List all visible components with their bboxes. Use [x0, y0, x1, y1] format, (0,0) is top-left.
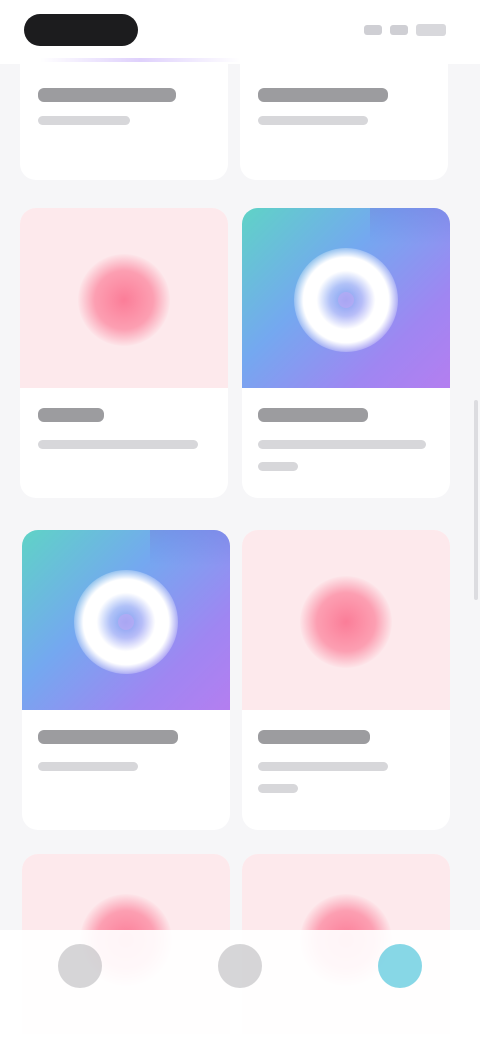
- thumbnail-shade: [370, 208, 450, 244]
- battery-icon: [416, 24, 446, 36]
- status-bar: [0, 0, 480, 64]
- explore-icon[interactable]: [218, 944, 262, 988]
- card-subtitle: [258, 116, 368, 125]
- status-time-pill: [24, 14, 138, 46]
- card-subtitle: [38, 440, 198, 449]
- card-title: [258, 408, 368, 422]
- card-5[interactable]: [242, 530, 450, 830]
- card-3[interactable]: [242, 208, 450, 498]
- card-title: [258, 730, 370, 744]
- heart-icon: [300, 576, 392, 668]
- thumbnail-shade: [150, 530, 230, 566]
- card-subtitle: [258, 440, 426, 449]
- card-thumbnail: [20, 208, 228, 388]
- card-subtitle: [38, 762, 138, 771]
- header-accent-line: [40, 58, 240, 62]
- card-title: [38, 408, 104, 422]
- record-icon-center: [118, 614, 134, 630]
- home-icon[interactable]: [58, 944, 102, 988]
- card-thumbnail: [242, 208, 450, 388]
- content-grid[interactable]: [0, 0, 480, 1040]
- card-title: [38, 88, 176, 102]
- app-screen: [0, 0, 480, 1040]
- card-subtitle-extra: [258, 462, 298, 471]
- card-title: [258, 88, 388, 102]
- profile-icon[interactable]: [378, 944, 422, 988]
- status-icons: [364, 24, 446, 36]
- card-4[interactable]: [22, 530, 230, 830]
- bottom-nav: [0, 930, 480, 1040]
- card-title: [38, 730, 178, 744]
- card-subtitle-extra: [258, 784, 298, 793]
- card-thumbnail: [242, 530, 450, 710]
- scrollbar[interactable]: [474, 400, 478, 600]
- signal-icon: [364, 25, 382, 35]
- card-subtitle: [38, 116, 130, 125]
- card-2[interactable]: [20, 208, 228, 498]
- card-subtitle: [258, 762, 388, 771]
- heart-icon: [78, 254, 170, 346]
- card-thumbnail: [22, 530, 230, 710]
- record-icon-center: [338, 292, 354, 308]
- wifi-icon: [390, 25, 408, 35]
